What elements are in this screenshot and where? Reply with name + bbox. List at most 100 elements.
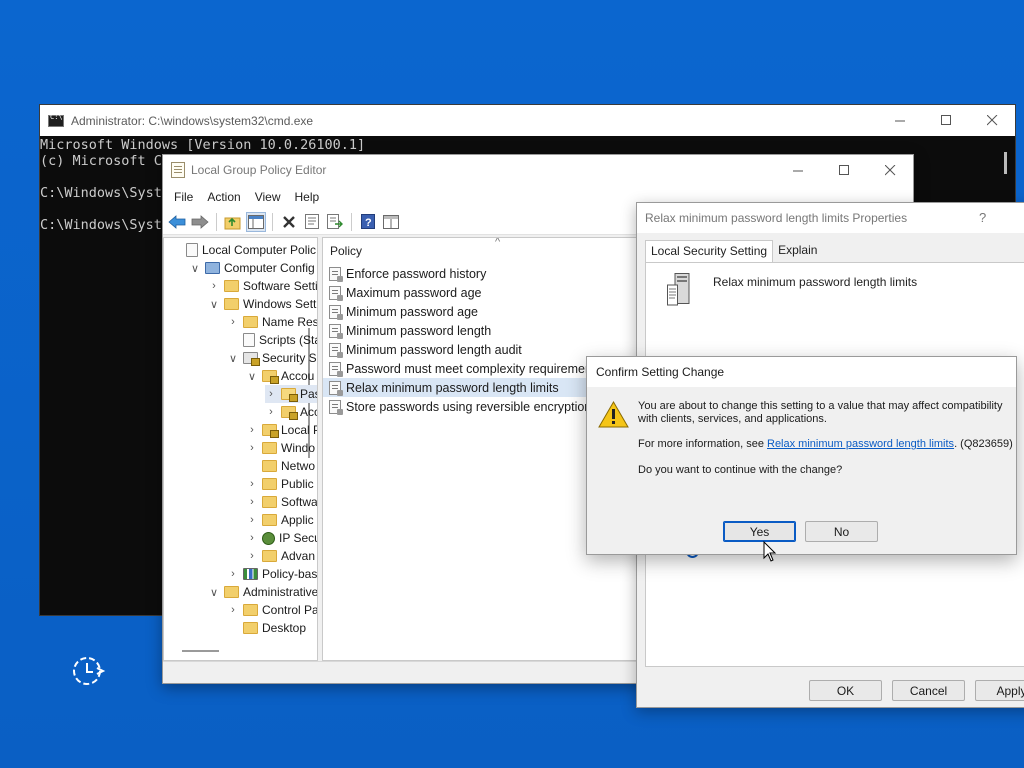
system-restore-icon[interactable] <box>70 654 106 688</box>
tree-node-label: Administrative <box>243 585 318 599</box>
folder-icon <box>262 442 277 454</box>
chevron-right-icon[interactable]: › <box>265 388 277 400</box>
chevron-right-icon[interactable]: › <box>227 604 239 616</box>
folder-icon <box>243 622 258 634</box>
tree-node[interactable]: › Policy-bas <box>227 565 317 583</box>
menu-help[interactable]: Help <box>288 190 327 204</box>
folder-icon <box>243 604 258 616</box>
document-icon <box>243 333 255 347</box>
tree-node[interactable]: ∨ Windows Sett <box>208 295 316 313</box>
show-hide-console-tree-button[interactable] <box>246 211 266 232</box>
tree-node[interactable]: › Public <box>246 475 314 493</box>
tree-node[interactable]: › Local P <box>246 421 318 439</box>
cmd-titlebar[interactable]: Administrator: C:\windows\system32\cmd.e… <box>40 105 1015 136</box>
tree-node[interactable]: › Advan <box>246 547 315 565</box>
menu-view[interactable]: View <box>248 190 288 204</box>
cmd-app-icon <box>48 113 64 127</box>
forward-button[interactable] <box>190 212 210 232</box>
properties-tabs: Local Security Setting Explain <box>645 240 822 262</box>
no-button[interactable]: No <box>805 521 878 542</box>
tree-node[interactable]: › Acc <box>265 403 317 421</box>
tab-local-security-setting[interactable]: Local Security Setting <box>645 240 774 262</box>
tree-node[interactable]: › Windo <box>246 439 315 457</box>
tree-node[interactable]: Scripts (Sta <box>227 331 317 349</box>
back-button[interactable] <box>167 212 187 232</box>
apply-button[interactable]: Apply <box>975 680 1024 701</box>
tree-node[interactable]: Desktop <box>227 619 306 637</box>
chevron-down-icon[interactable]: ∨ <box>189 262 201 275</box>
tab-explain[interactable]: Explain <box>773 240 822 262</box>
tree-node[interactable]: › Applic <box>246 511 314 529</box>
menu-file[interactable]: File <box>167 190 200 204</box>
menu-action[interactable]: Action <box>200 190 247 204</box>
policy-setting-icon <box>329 380 343 396</box>
chevron-right-icon[interactable]: › <box>265 406 277 418</box>
tree-node-label: Windows Sett <box>243 297 317 311</box>
close-button[interactable] <box>969 105 1015 136</box>
folder-icon <box>262 460 277 472</box>
policy-name: Relax minimum password length limits <box>346 380 559 395</box>
warning-message-line-1: You are about to change this setting to … <box>638 400 1003 412</box>
tree-node[interactable]: › Name Res <box>227 313 317 331</box>
chevron-right-icon[interactable]: › <box>246 496 258 508</box>
cmd-scrollbar[interactable] <box>1004 152 1007 174</box>
properties-titlebar[interactable]: Relax minimum password length limits Pro… <box>637 203 1024 233</box>
tree-node[interactable]: ∨ Computer Config <box>189 259 315 277</box>
confirm-titlebar[interactable]: Confirm Setting Change <box>587 357 1016 387</box>
delete-button[interactable] <box>279 212 299 232</box>
relax-password-length-help-link[interactable]: Relax minimum password length limits <box>767 438 954 450</box>
chevron-right-icon[interactable]: › <box>246 550 258 562</box>
yes-button[interactable]: Yes <box>723 521 796 542</box>
tree-node-label: Local P <box>281 423 318 437</box>
chevron-right-icon[interactable]: › <box>246 532 258 544</box>
export-list-button[interactable] <box>325 212 345 232</box>
chevron-down-icon[interactable]: ∨ <box>208 586 220 599</box>
maximize-icon <box>838 165 849 175</box>
chevron-right-icon[interactable]: › <box>246 424 258 436</box>
chevron-down-icon[interactable]: ∨ <box>246 370 258 383</box>
chevron-right-icon[interactable]: › <box>246 478 258 490</box>
help-button[interactable]: ? <box>358 212 378 232</box>
up-one-level-button[interactable] <box>223 212 243 232</box>
minimize-button[interactable] <box>877 105 923 136</box>
tree-node[interactable]: Netwo <box>246 457 315 475</box>
tree-node[interactable]: › Softwa <box>246 493 317 511</box>
ok-button[interactable]: OK <box>809 680 882 701</box>
chevron-down-icon[interactable]: ∨ <box>208 298 220 311</box>
gpedit-window-title: Local Group Policy Editor <box>191 163 327 177</box>
chevron-right-icon[interactable]: › <box>246 514 258 526</box>
help-question-icon[interactable]: ? <box>979 210 986 225</box>
tree-node[interactable]: › Software Setti <box>208 277 317 295</box>
tree-node[interactable]: ∨ Accou <box>246 367 314 385</box>
policy-name: Password must meet complexity requiremen… <box>346 361 602 376</box>
tree-node[interactable]: ∨ Administrative <box>208 583 318 601</box>
confirm-setting-change-dialog[interactable]: Confirm Setting Change You are about to … <box>586 356 1017 555</box>
close-icon <box>884 165 895 176</box>
gpedit-maximize-button[interactable] <box>821 155 867 186</box>
gpedit-close-button[interactable] <box>867 155 913 186</box>
policy-setting-icon <box>329 266 343 282</box>
tree-node[interactable]: › IP Secu <box>246 529 317 547</box>
chevron-right-icon[interactable]: › <box>227 568 239 580</box>
chevron-right-icon[interactable]: › <box>208 280 220 292</box>
gpedit-titlebar[interactable]: Local Group Policy Editor <box>163 155 913 185</box>
gpedit-minimize-button[interactable] <box>775 155 821 186</box>
tree-node[interactable]: Local Computer Polic <box>170 241 316 259</box>
tree-node[interactable]: ∨ Security Se <box>227 349 317 367</box>
view-options-button[interactable] <box>381 212 401 232</box>
chevron-right-icon[interactable]: › <box>246 442 258 454</box>
properties-button[interactable] <box>302 212 322 232</box>
more-info-suffix: . (Q823659) <box>954 438 1013 450</box>
policy-name: Enforce password history <box>346 266 487 281</box>
maximize-button[interactable] <box>923 105 969 136</box>
qos-chart-icon <box>243 568 258 580</box>
tree-node-label: Applic <box>281 513 314 527</box>
tree-horizontal-scrollbar[interactable] <box>182 650 219 652</box>
console-tree-pane[interactable]: Local Computer Polic ∨ Computer Config › Sof… <box>163 237 318 661</box>
cancel-button[interactable]: Cancel <box>892 680 965 701</box>
chevron-right-icon[interactable]: › <box>227 316 239 328</box>
policy-name: Minimum password age <box>346 304 478 319</box>
tree-node[interactable]: › Control Pa <box>227 601 317 619</box>
chevron-down-icon[interactable]: ∨ <box>227 352 239 365</box>
tree-node[interactable]: › Pas <box>265 385 317 403</box>
